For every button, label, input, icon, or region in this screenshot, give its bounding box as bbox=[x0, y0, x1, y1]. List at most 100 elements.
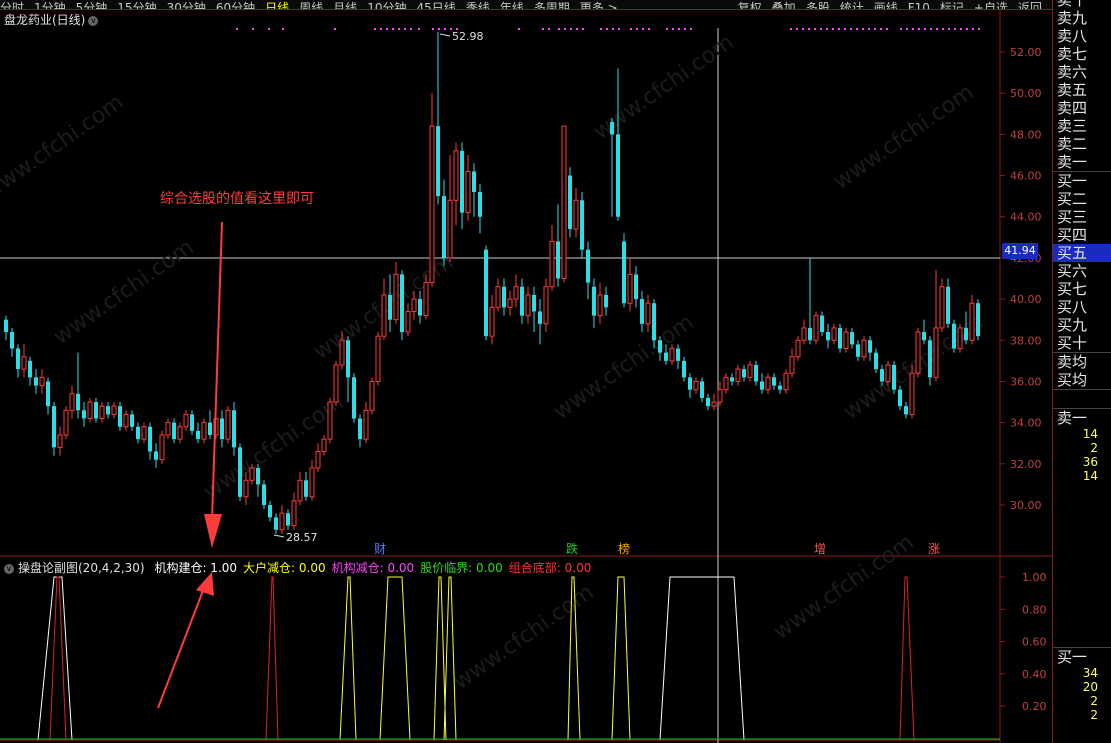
candle-body bbox=[772, 377, 776, 386]
candle-body bbox=[765, 376, 771, 391]
candle-body bbox=[208, 422, 212, 435]
y-tick-label: 30.00 bbox=[1010, 499, 1042, 512]
candlestick-chart[interactable]: 52.0050.0048.0046.0044.0042.0040.0038.00… bbox=[0, 0, 1052, 743]
candle-body bbox=[561, 125, 567, 279]
signal-dot bbox=[850, 28, 852, 30]
candle-body bbox=[333, 364, 339, 403]
signal-dot bbox=[874, 28, 876, 30]
low-price-label: 28.57 bbox=[286, 531, 318, 544]
buy-level-label: 买十 bbox=[1057, 334, 1088, 352]
signal-dot bbox=[880, 28, 882, 30]
candle-body bbox=[856, 344, 860, 357]
signal-dot bbox=[282, 28, 284, 30]
signal-dot bbox=[334, 28, 336, 30]
candle-body bbox=[640, 299, 644, 324]
candle-body bbox=[57, 434, 63, 448]
candle-body bbox=[735, 368, 741, 382]
candle-body bbox=[789, 356, 795, 374]
signal-dot bbox=[690, 28, 692, 30]
candle-body bbox=[249, 467, 255, 481]
candle-body bbox=[279, 512, 285, 531]
candle-body bbox=[375, 335, 381, 382]
candle-body bbox=[580, 200, 584, 250]
buy-volume: 20 bbox=[1082, 680, 1098, 694]
candle-body bbox=[520, 286, 524, 316]
candle-body bbox=[177, 426, 183, 440]
candle-body bbox=[327, 401, 333, 440]
chevron-down-icon[interactable]: v bbox=[4, 563, 14, 574]
candle-body bbox=[645, 302, 651, 325]
y-tick-label: 36.00 bbox=[1010, 375, 1042, 388]
signal-dot bbox=[380, 28, 382, 30]
signal-dot bbox=[404, 28, 406, 30]
event-marker: 榜 bbox=[618, 541, 630, 556]
candle-body bbox=[513, 286, 519, 300]
signal-dot bbox=[558, 28, 560, 30]
candle-body bbox=[183, 413, 189, 428]
candle-body bbox=[352, 377, 356, 419]
candle-body bbox=[472, 171, 476, 193]
candle-body bbox=[447, 199, 453, 259]
avg-label: 买均 bbox=[1057, 371, 1088, 389]
y-tick-label: 44.00 bbox=[1010, 211, 1042, 224]
candle-body bbox=[831, 327, 837, 341]
candle-body bbox=[658, 340, 662, 353]
signal-dot bbox=[542, 28, 544, 30]
high-price-pointer bbox=[439, 33, 451, 37]
candle-body bbox=[933, 327, 939, 378]
candle-body bbox=[99, 405, 105, 420]
sell-volume: 36 bbox=[1082, 455, 1098, 469]
signal-dot bbox=[886, 28, 888, 30]
signal-dot bbox=[918, 28, 920, 30]
sell-level-label: 卖三 bbox=[1057, 117, 1088, 135]
candle-body bbox=[478, 192, 482, 217]
candle-body bbox=[939, 286, 945, 329]
signal-dot bbox=[548, 28, 550, 30]
signal-dot bbox=[600, 28, 602, 30]
candle-body bbox=[795, 339, 801, 358]
signal-dot bbox=[666, 28, 668, 30]
signal-dot bbox=[814, 28, 816, 30]
annotation-line-lower bbox=[157, 587, 205, 709]
avg-label: 卖均 bbox=[1053, 352, 1111, 371]
candle-body bbox=[286, 513, 290, 526]
signal-pulse-red bbox=[265, 576, 279, 741]
chevron-down-icon[interactable]: v bbox=[88, 15, 99, 26]
candle-body bbox=[946, 286, 950, 324]
signal-dot bbox=[444, 28, 446, 30]
signal-pulse-yellow bbox=[433, 576, 447, 741]
candle-body bbox=[52, 406, 56, 448]
high-price-label: 52.98 bbox=[452, 30, 484, 43]
signal-dot bbox=[236, 28, 238, 30]
candle-body bbox=[69, 393, 75, 411]
candle-body bbox=[586, 249, 590, 283]
signal-dot bbox=[386, 28, 388, 30]
signal-dot bbox=[432, 28, 434, 30]
candle-body bbox=[315, 450, 321, 469]
candle-body bbox=[63, 409, 69, 436]
y-tick-label: 48.00 bbox=[1010, 128, 1042, 141]
candle-body bbox=[358, 418, 362, 440]
candle-body bbox=[538, 311, 542, 324]
signal-dot bbox=[630, 28, 632, 30]
candle-body bbox=[754, 364, 758, 382]
signal-dot bbox=[564, 28, 566, 30]
candle-body bbox=[843, 331, 849, 350]
candle-body bbox=[627, 273, 633, 304]
signal-pulse-red bbox=[899, 576, 915, 741]
candle-body bbox=[502, 286, 506, 308]
candle-body bbox=[507, 298, 513, 308]
candle-body bbox=[10, 332, 14, 349]
candle-body bbox=[405, 310, 411, 333]
candle-body bbox=[238, 447, 242, 497]
candle-body bbox=[465, 170, 471, 214]
signal-dot bbox=[576, 28, 578, 30]
candle-body bbox=[693, 380, 699, 391]
sell-level-label: 卖八 bbox=[1057, 27, 1088, 45]
candle-body bbox=[880, 369, 884, 382]
candle-body bbox=[957, 327, 963, 350]
candle-body bbox=[429, 125, 435, 284]
indicator-field: 组合底部: 0.00 bbox=[508, 561, 592, 575]
watermark: www.cfchi.com bbox=[769, 530, 918, 645]
candle-body bbox=[898, 389, 902, 407]
